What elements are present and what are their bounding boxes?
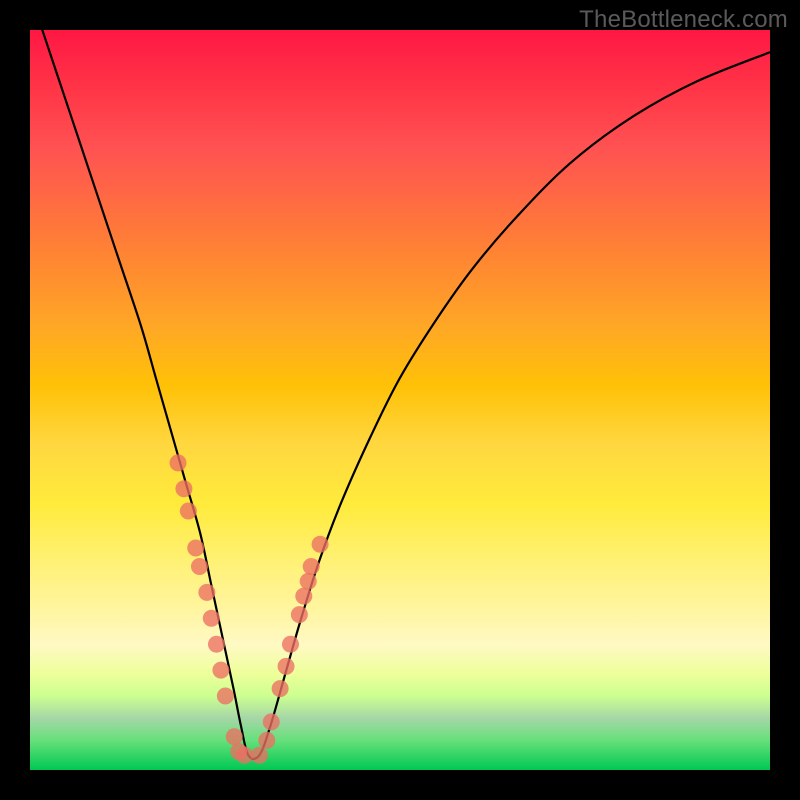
sample-point xyxy=(198,584,215,601)
sample-point xyxy=(282,636,299,653)
sample-point xyxy=(312,536,329,553)
sample-point xyxy=(191,558,208,575)
sample-point xyxy=(208,636,225,653)
sample-point xyxy=(291,606,308,623)
chart-frame: TheBottleneck.com xyxy=(0,0,800,800)
sample-point xyxy=(170,454,187,471)
sample-point xyxy=(187,540,204,557)
sample-point xyxy=(236,747,253,764)
watermark-text: TheBottleneck.com xyxy=(579,6,788,34)
chart-plot-area xyxy=(30,30,770,770)
sample-point xyxy=(175,480,192,497)
sample-point xyxy=(263,713,280,730)
sample-point xyxy=(272,680,289,697)
sample-point xyxy=(212,662,229,679)
sample-point xyxy=(300,573,317,590)
sample-point xyxy=(278,658,295,675)
sample-point xyxy=(251,747,268,764)
sample-point xyxy=(303,558,320,575)
sample-point xyxy=(180,503,197,520)
sample-markers xyxy=(170,454,329,763)
bottleneck-curve xyxy=(30,30,770,759)
sample-point xyxy=(258,732,275,749)
sample-point xyxy=(295,588,312,605)
sample-point xyxy=(226,728,243,745)
sample-point xyxy=(203,610,220,627)
sample-point xyxy=(217,688,234,705)
chart-svg xyxy=(30,30,770,770)
